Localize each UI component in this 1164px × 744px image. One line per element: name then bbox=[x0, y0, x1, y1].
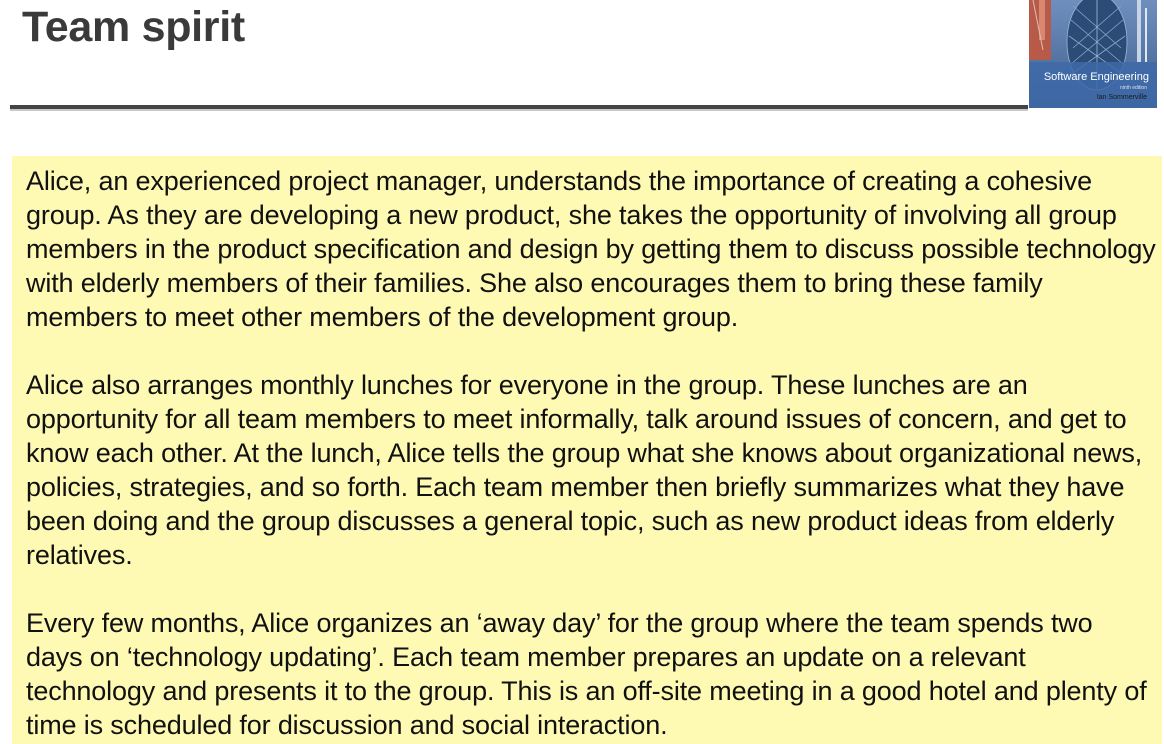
paragraph-monthly-lunches: Alice also arranges monthly lunches for … bbox=[26, 370, 1143, 570]
paragraph-away-day: Every few months, Alice organizes an ‘aw… bbox=[26, 608, 1147, 740]
paragraph-cohesive-group: Alice, an experienced project manager, u… bbox=[26, 166, 1156, 332]
case-study-box: Alice, an experienced project manager, u… bbox=[12, 156, 1162, 744]
title-divider-shadow bbox=[10, 109, 1028, 111]
book-cover-edition: ninth edition bbox=[1120, 85, 1147, 91]
book-cover-image: Software Engineering ninth edition Ian S… bbox=[1029, 0, 1157, 108]
book-cover-artwork bbox=[1029, 0, 1157, 108]
slide-title: Team spirit bbox=[22, 3, 245, 51]
book-cover-author: Ian Sommerville bbox=[1096, 94, 1147, 101]
book-cover-title: Software Engineering bbox=[1043, 71, 1149, 83]
